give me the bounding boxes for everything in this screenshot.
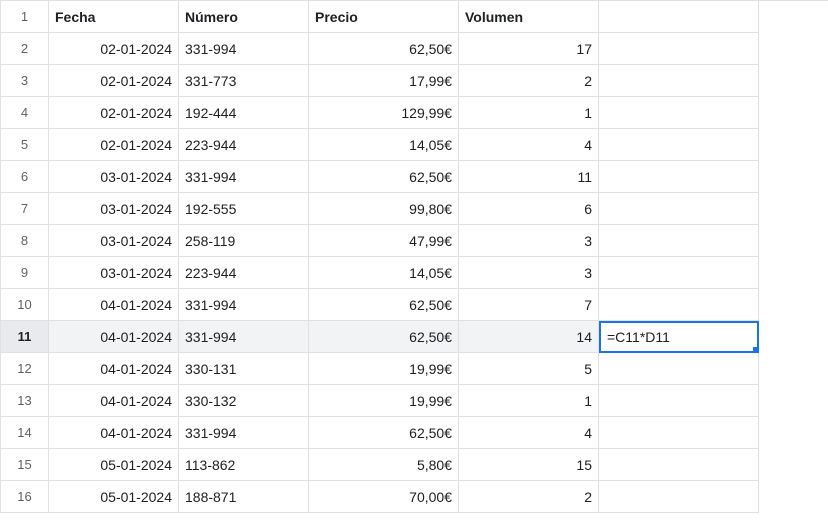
row-number[interactable]: 14 xyxy=(1,417,49,449)
row-number[interactable]: 7 xyxy=(1,193,49,225)
cell-precio[interactable]: 62,50€ xyxy=(309,417,459,449)
empty-cell[interactable] xyxy=(599,65,759,97)
cell-fecha[interactable]: 03-01-2024 xyxy=(49,193,179,225)
empty-cell[interactable] xyxy=(599,193,759,225)
cell-volumen[interactable]: 6 xyxy=(459,193,599,225)
cell-precio[interactable]: 62,50€ xyxy=(309,33,459,65)
row-number[interactable]: 4 xyxy=(1,97,49,129)
cell-precio[interactable]: 62,50€ xyxy=(309,161,459,193)
cell-numero[interactable]: 330-132 xyxy=(179,385,309,417)
row-number[interactable]: 3 xyxy=(1,65,49,97)
spreadsheet-grid[interactable]: 1 Fecha Número Precio Volumen 2 02-01-20… xyxy=(0,0,828,513)
cell-numero[interactable]: 331-773 xyxy=(179,65,309,97)
cell-fecha[interactable]: 04-01-2024 xyxy=(49,385,179,417)
cell-numero[interactable]: 331-994 xyxy=(179,289,309,321)
empty-cell[interactable] xyxy=(599,129,759,161)
cell-fecha[interactable]: 02-01-2024 xyxy=(49,129,179,161)
empty-cell[interactable] xyxy=(599,449,759,481)
empty-cell[interactable] xyxy=(599,417,759,449)
cell-volumen[interactable]: 11 xyxy=(459,161,599,193)
cell-volumen[interactable]: 7 xyxy=(459,289,599,321)
cell-volumen[interactable]: 1 xyxy=(459,97,599,129)
cell-volumen[interactable]: 4 xyxy=(459,417,599,449)
empty-cell[interactable] xyxy=(599,257,759,289)
cell-numero[interactable]: 331-994 xyxy=(179,161,309,193)
cell-fecha[interactable]: 04-01-2024 xyxy=(49,417,179,449)
row-number[interactable]: 2 xyxy=(1,33,49,65)
empty-cell[interactable] xyxy=(599,289,759,321)
column-header-fecha[interactable]: Fecha xyxy=(49,1,179,33)
cell-volumen[interactable]: 3 xyxy=(459,257,599,289)
row-number[interactable]: 8 xyxy=(1,225,49,257)
cell-precio[interactable]: 19,99€ xyxy=(309,385,459,417)
formula-cell-active[interactable]: =C11*D11 xyxy=(599,321,759,353)
cell-fecha[interactable]: 04-01-2024 xyxy=(49,353,179,385)
column-header-numero[interactable]: Número xyxy=(179,1,309,33)
cell-numero[interactable]: 331-994 xyxy=(179,33,309,65)
cell-numero[interactable]: 258-119 xyxy=(179,225,309,257)
empty-cell[interactable] xyxy=(599,161,759,193)
empty-cell[interactable] xyxy=(599,481,759,513)
empty-cell[interactable] xyxy=(599,97,759,129)
cell-precio[interactable]: 47,99€ xyxy=(309,225,459,257)
cell-numero[interactable]: 331-994 xyxy=(179,417,309,449)
cell-precio[interactable]: 70,00€ xyxy=(309,481,459,513)
row-number[interactable]: 9 xyxy=(1,257,49,289)
row-number[interactable]: 6 xyxy=(1,161,49,193)
cell-precio[interactable]: 14,05€ xyxy=(309,257,459,289)
empty-cell[interactable] xyxy=(599,353,759,385)
cell-numero[interactable]: 331-994 xyxy=(179,321,309,353)
cell-precio[interactable]: 17,99€ xyxy=(309,65,459,97)
cell-numero[interactable]: 192-444 xyxy=(179,97,309,129)
cell-numero[interactable]: 330-131 xyxy=(179,353,309,385)
cell-precio[interactable]: 99,80€ xyxy=(309,193,459,225)
cell-volumen[interactable]: 2 xyxy=(459,65,599,97)
empty-cell[interactable] xyxy=(599,33,759,65)
cell-fecha[interactable]: 02-01-2024 xyxy=(49,65,179,97)
cell-precio[interactable]: 62,50€ xyxy=(309,321,459,353)
empty-cell[interactable] xyxy=(599,385,759,417)
row-number[interactable]: 12 xyxy=(1,353,49,385)
cell-precio[interactable]: 14,05€ xyxy=(309,129,459,161)
cell-numero[interactable]: 113-862 xyxy=(179,449,309,481)
cell-volumen[interactable]: 2 xyxy=(459,481,599,513)
cell-volumen[interactable]: 1 xyxy=(459,385,599,417)
cell-numero[interactable]: 223-944 xyxy=(179,257,309,289)
column-header-precio[interactable]: Precio xyxy=(309,1,459,33)
row-number[interactable]: 5 xyxy=(1,129,49,161)
cell-fecha[interactable]: 03-01-2024 xyxy=(49,225,179,257)
row-number[interactable]: 1 xyxy=(1,1,49,33)
column-header-volumen[interactable]: Volumen xyxy=(459,1,599,33)
empty-cell[interactable] xyxy=(599,225,759,257)
cell-volumen[interactable]: 15 xyxy=(459,449,599,481)
cell-precio[interactable]: 19,99€ xyxy=(309,353,459,385)
row-number[interactable]: 16 xyxy=(1,481,49,513)
cell-fecha[interactable]: 03-01-2024 xyxy=(49,161,179,193)
cell-volumen[interactable]: 3 xyxy=(459,225,599,257)
cell-numero[interactable]: 223-944 xyxy=(179,129,309,161)
cell-fecha[interactable]: 03-01-2024 xyxy=(49,257,179,289)
cell-numero[interactable]: 192-555 xyxy=(179,193,309,225)
cell-volumen[interactable]: 5 xyxy=(459,353,599,385)
cell-precio[interactable]: 5,80€ xyxy=(309,449,459,481)
cell-precio[interactable]: 62,50€ xyxy=(309,289,459,321)
cell-volumen[interactable]: 4 xyxy=(459,129,599,161)
cell-precio[interactable]: 129,99€ xyxy=(309,97,459,129)
row-number-selected[interactable]: 11 xyxy=(1,321,49,353)
cell-fecha[interactable]: 02-01-2024 xyxy=(49,97,179,129)
cell-fecha[interactable]: 04-01-2024 xyxy=(49,289,179,321)
row-number[interactable]: 13 xyxy=(1,385,49,417)
cell-fecha[interactable]: 04-01-2024 xyxy=(49,321,179,353)
cell-fecha[interactable]: 05-01-2024 xyxy=(49,481,179,513)
row-number[interactable]: 15 xyxy=(1,449,49,481)
row-number[interactable]: 10 xyxy=(1,289,49,321)
cell-fecha[interactable]: 02-01-2024 xyxy=(49,33,179,65)
cell-fecha[interactable]: 05-01-2024 xyxy=(49,449,179,481)
empty-cell[interactable] xyxy=(599,1,759,33)
cell-numero[interactable]: 188-871 xyxy=(179,481,309,513)
cell-volumen[interactable]: 14 xyxy=(459,321,599,353)
cell-volumen[interactable]: 17 xyxy=(459,33,599,65)
